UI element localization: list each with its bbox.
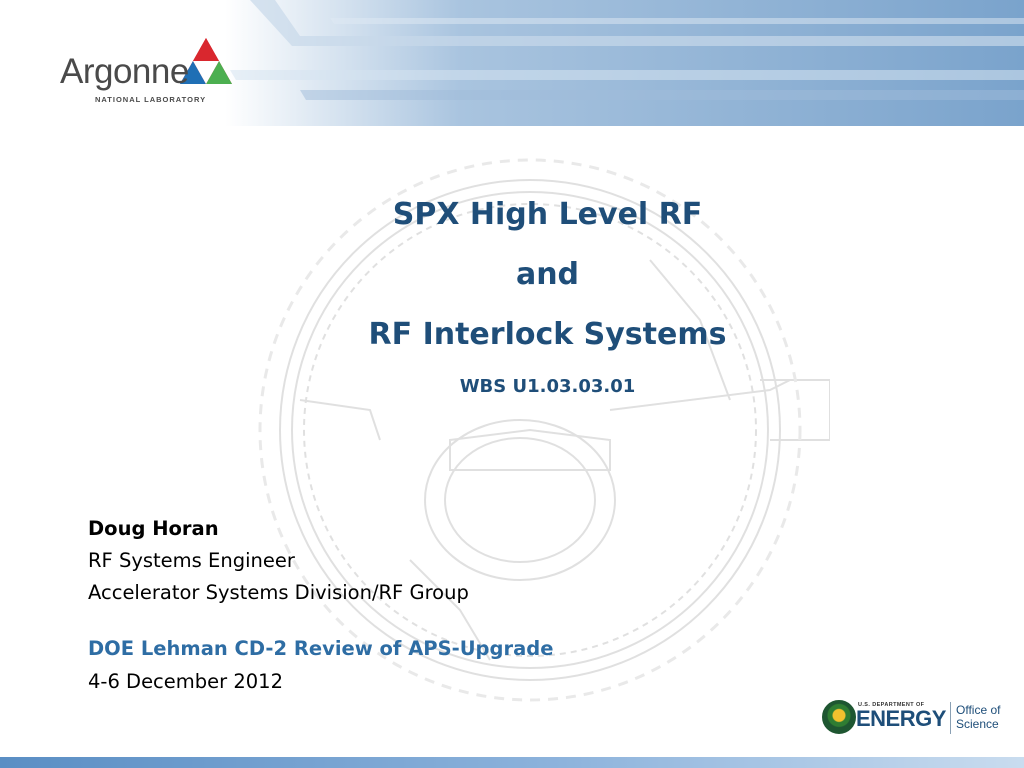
author-name: Doug Horan xyxy=(88,517,219,540)
author-role: RF Systems Engineer xyxy=(88,549,295,572)
review-date: 4-6 December 2012 xyxy=(88,670,283,693)
title-slide: Argonne NATIONAL LABORATORY SPX High Lev… xyxy=(0,0,1024,768)
author-division: Accelerator Systems Division/RF Group xyxy=(88,581,469,604)
logo-subtitle: NATIONAL LABORATORY xyxy=(95,95,207,104)
doe-divider xyxy=(950,702,951,734)
office-line-2: Science xyxy=(956,717,999,731)
argonne-logo: Argonne NATIONAL LABORATORY xyxy=(60,38,250,108)
footer-band xyxy=(0,757,1024,768)
title-line-2: and xyxy=(515,257,580,292)
title-line-1: SPX High Level RF xyxy=(392,197,703,232)
wbs-number: WBS U1.03.03.01 xyxy=(459,376,636,397)
doe-office-label: Office of Science xyxy=(956,703,1016,731)
doe-energy-wordmark: ENERGY xyxy=(856,706,946,731)
author-block: Doug Horan RF Systems Engineer Accelerat… xyxy=(88,513,608,609)
doe-office-of-science-logo: U.S. DEPARTMENT OF ENERGY Office of Scie… xyxy=(822,700,1012,740)
title-line-3: RF Interlock Systems xyxy=(368,317,727,352)
review-title: DOE Lehman CD-2 Review of APS-Upgrade xyxy=(88,637,554,660)
doe-seal-icon xyxy=(822,700,856,734)
office-line-1: Office of xyxy=(956,703,1001,717)
title-block: SPX High Level RF and RF Interlock Syste… xyxy=(300,197,795,398)
logo-wordmark: Argonne xyxy=(60,52,189,91)
